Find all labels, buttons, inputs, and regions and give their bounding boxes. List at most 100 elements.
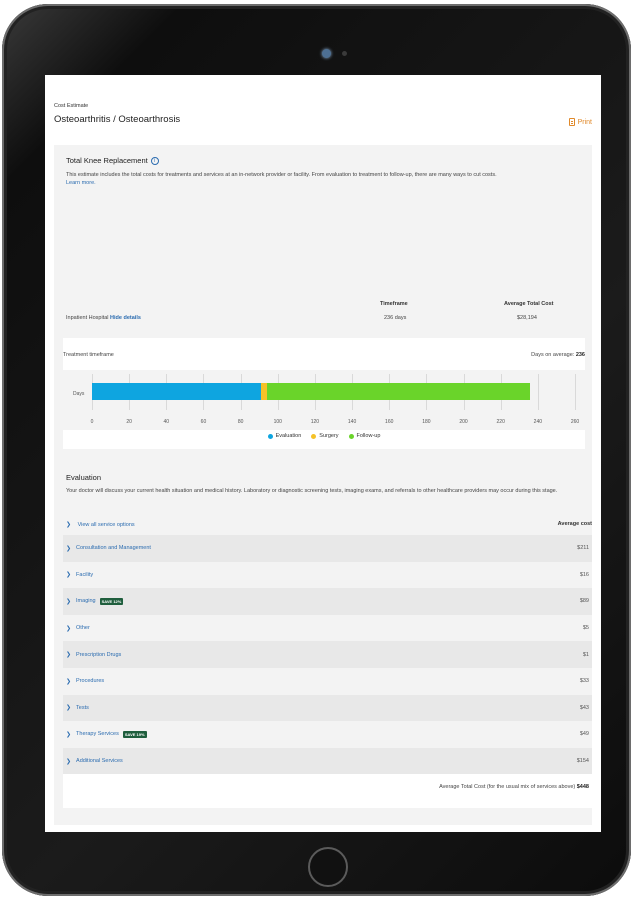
- avg-total-cost-header: Average Total Cost: [504, 301, 554, 307]
- timeline-chart: Days 0 20 40 60 80 100 120 140 160 180 200 220 240 26…: [63, 370, 585, 430]
- home-button[interactable]: [308, 847, 348, 887]
- service-row[interactable]: ❯ Procedures $33: [63, 667, 592, 695]
- hide-details-link[interactable]: Hide details: [110, 315, 141, 321]
- service-row[interactable]: ❯ Other $5: [63, 614, 592, 642]
- service-cost: $1: [582, 651, 589, 658]
- service-cost: $33: [579, 678, 589, 685]
- chevron-right-icon: ❯: [66, 758, 72, 765]
- chevron-right-icon: ❯: [66, 652, 72, 659]
- service-cost: $154: [576, 758, 589, 765]
- x-tick-label: 0: [90, 419, 94, 425]
- x-tick-label: 60: [200, 419, 207, 425]
- service-label: Therapy Services: [76, 731, 119, 738]
- camera-icon: [322, 49, 331, 58]
- chevron-right-icon: ❯: [66, 705, 72, 712]
- procedure-description: This estimate includes the total costs f…: [66, 171, 586, 187]
- days-average-value: 236: [575, 352, 585, 358]
- view-all-services-link[interactable]: ❯ View all service options: [66, 521, 135, 528]
- service-label: Procedures: [76, 678, 105, 685]
- x-tick-label: 140: [347, 419, 357, 425]
- x-tick-label: 220: [496, 419, 505, 425]
- sensor-dot: [342, 51, 347, 56]
- print-button[interactable]: Print: [568, 118, 592, 126]
- x-tick-label: 80: [237, 419, 244, 425]
- service-row[interactable]: ❯ Consultation and Management $211: [63, 535, 592, 562]
- service-label: Facility: [76, 571, 94, 578]
- timeline-title: Treatment timeframe: [63, 352, 114, 358]
- view-all-services-label: View all service options: [77, 521, 135, 528]
- chevron-right-icon: ❯: [66, 521, 72, 528]
- chevron-right-icon: ❯: [66, 731, 72, 738]
- estimate-panel: Total Knee Replacement i This estimate i…: [54, 145, 592, 825]
- x-tick-label: 260: [570, 419, 580, 425]
- x-tick-label: 100: [273, 419, 282, 425]
- service-name: ❯ Tests: [66, 704, 89, 712]
- legend-followup: Follow-up: [348, 433, 380, 439]
- evaluation-total-row: Average Total Cost (for the usual mix of…: [63, 774, 592, 808]
- service-name: ❯ Procedures: [66, 678, 104, 685]
- evaluation-title: Evaluation: [66, 473, 102, 482]
- service-label: Imaging: [76, 598, 96, 605]
- service-row[interactable]: ❯ Imaging SAVE 12% $89: [63, 588, 592, 615]
- procedure-description-text: This estimate includes the total costs f…: [66, 172, 497, 178]
- bar-followup[interactable]: [266, 383, 531, 400]
- service-list: ❯ Consultation and Management $211 ❯ Facilit…: [63, 535, 592, 775]
- legend-evaluation-dot: [267, 433, 273, 439]
- x-tick-label: 160: [385, 419, 394, 425]
- service-row[interactable]: ❯ Therapy Services SAVE 19% $49: [63, 721, 592, 748]
- evaluation-total-label: Average Total Cost (for the usual mix of…: [439, 784, 576, 790]
- procedure-title: Total Knee Replacement: [66, 156, 148, 165]
- service-name: ❯ Consultation and Management: [66, 545, 151, 552]
- legend-surgery: Surgery: [311, 433, 339, 439]
- service-row[interactable]: ❯ Additional Services $154: [63, 747, 592, 775]
- screen: Cost Estimate Osteoarthritis / Osteoarth…: [45, 75, 601, 832]
- legend-evaluation-label: Evaluation: [275, 433, 302, 439]
- page-title: Osteoarthritis / Osteoarthrosis: [54, 114, 181, 125]
- chevron-right-icon: ❯: [66, 625, 72, 632]
- average-cost-header: Average cost: [557, 521, 592, 527]
- days-average-label: Days on average:: [531, 352, 575, 358]
- chevron-right-icon: ❯: [66, 598, 72, 605]
- print-icon: [568, 118, 575, 126]
- service-label: Prescription Drugs: [76, 651, 122, 658]
- x-tick-label: 20: [126, 419, 132, 425]
- learn-more-link[interactable]: Learn more.: [66, 180, 96, 186]
- service-name: ❯ Facility: [66, 571, 94, 579]
- evaluation-description: Your doctor will discuss your current he…: [66, 488, 558, 494]
- x-tick-label: 240: [533, 419, 543, 425]
- print-label: Print: [577, 118, 592, 126]
- bar-evaluation[interactable]: [92, 383, 262, 400]
- legend-evaluation: Evaluation: [267, 433, 302, 439]
- chevron-right-icon: ❯: [66, 545, 72, 552]
- service-name: ❯ Additional Services: [66, 758, 123, 765]
- x-tick-label: 180: [422, 419, 431, 425]
- service-row[interactable]: ❯ Prescription Drugs $1: [63, 641, 592, 668]
- x-tick-label: 200: [459, 419, 468, 425]
- savings-badge: SAVE 12%: [99, 597, 124, 605]
- service-label: Additional Services: [76, 758, 123, 765]
- service-label: Other: [76, 625, 90, 632]
- days-average: Days on average: 236: [531, 352, 585, 358]
- service-cost: $49: [579, 731, 589, 738]
- provider-row: Inpatient Hospital Hide details: [66, 315, 141, 321]
- chevron-right-icon: ❯: [66, 572, 72, 579]
- service-cost: $5: [582, 625, 589, 632]
- timeline-card: Treatment timeframe Days on average: 236…: [63, 338, 585, 449]
- timeline-legend: Evaluation Surgery Follow-up: [63, 433, 585, 439]
- chevron-right-icon: ❯: [66, 678, 72, 685]
- legend-surgery-label: Surgery: [319, 433, 339, 439]
- service-options-header: ❯ View all service options Average cost: [66, 518, 592, 530]
- info-icon[interactable]: i: [150, 156, 159, 165]
- service-cost: $16: [579, 571, 589, 578]
- service-name: ❯ Therapy Services SAVE 19%: [66, 730, 147, 738]
- legend-surgery-dot: [311, 433, 317, 439]
- service-row[interactable]: ❯ Tests $43: [63, 694, 592, 722]
- legend-followup-dot: [348, 433, 354, 439]
- x-tick-label: 40: [163, 419, 170, 425]
- service-name: ❯ Imaging SAVE 12%: [66, 597, 124, 605]
- service-row[interactable]: ❯ Facility $16: [63, 561, 592, 589]
- savings-badge: SAVE 19%: [122, 730, 147, 738]
- service-cost: $89: [579, 598, 589, 605]
- service-cost: $211: [577, 545, 589, 552]
- gridline: [575, 374, 576, 410]
